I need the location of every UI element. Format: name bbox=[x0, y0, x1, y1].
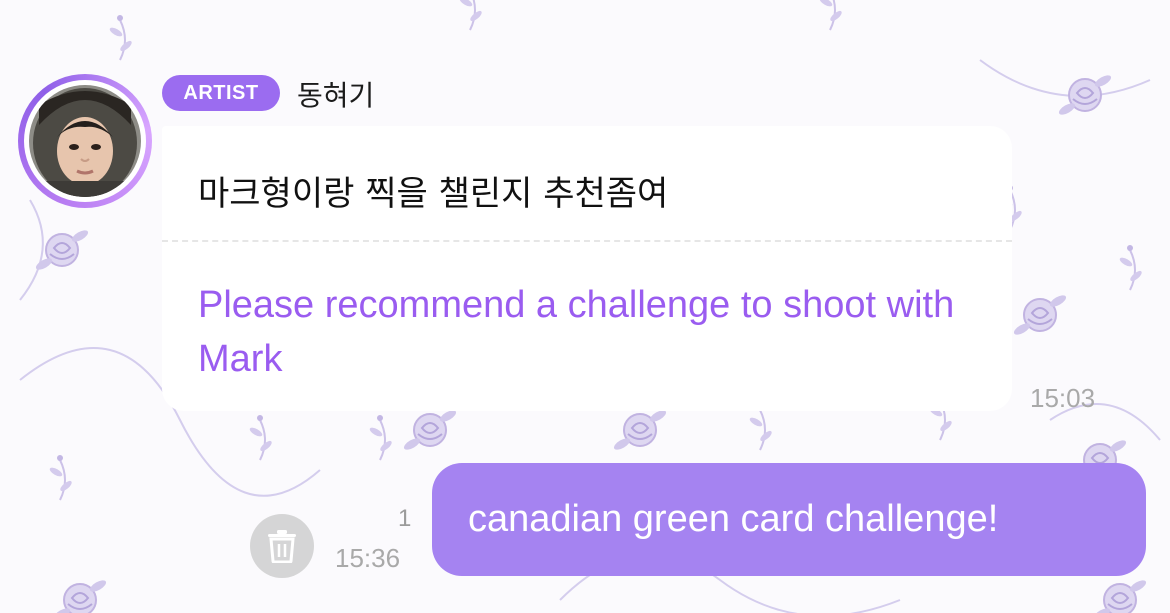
my-message-bubble[interactable]: canadian green card challenge! bbox=[432, 463, 1146, 576]
translation-divider bbox=[162, 240, 1012, 242]
trash-icon bbox=[268, 530, 296, 563]
delete-button[interactable] bbox=[250, 514, 314, 578]
unread-count: 1 bbox=[398, 505, 412, 532]
artist-message-bubble[interactable]: 마크형이랑 찍을 챌린지 추천좀여 Please recommend a cha… bbox=[162, 126, 1012, 411]
my-message-text: canadian green card challenge! bbox=[468, 498, 999, 540]
my-message-time: 15:36 bbox=[335, 543, 401, 573]
message-translation-text: Please recommend a challenge to shoot wi… bbox=[198, 284, 955, 380]
sender-name[interactable]: 동혀기 bbox=[297, 74, 374, 114]
artist-avatar[interactable] bbox=[18, 74, 152, 208]
artist-message-time: 15:03 bbox=[1030, 383, 1096, 413]
artist-badge: ARTIST bbox=[162, 75, 280, 111]
avatar-border bbox=[24, 80, 146, 202]
message-original-text: 마크형이랑 찍을 챌린지 추천좀여 bbox=[198, 174, 669, 214]
profile-photo-icon bbox=[29, 85, 141, 197]
